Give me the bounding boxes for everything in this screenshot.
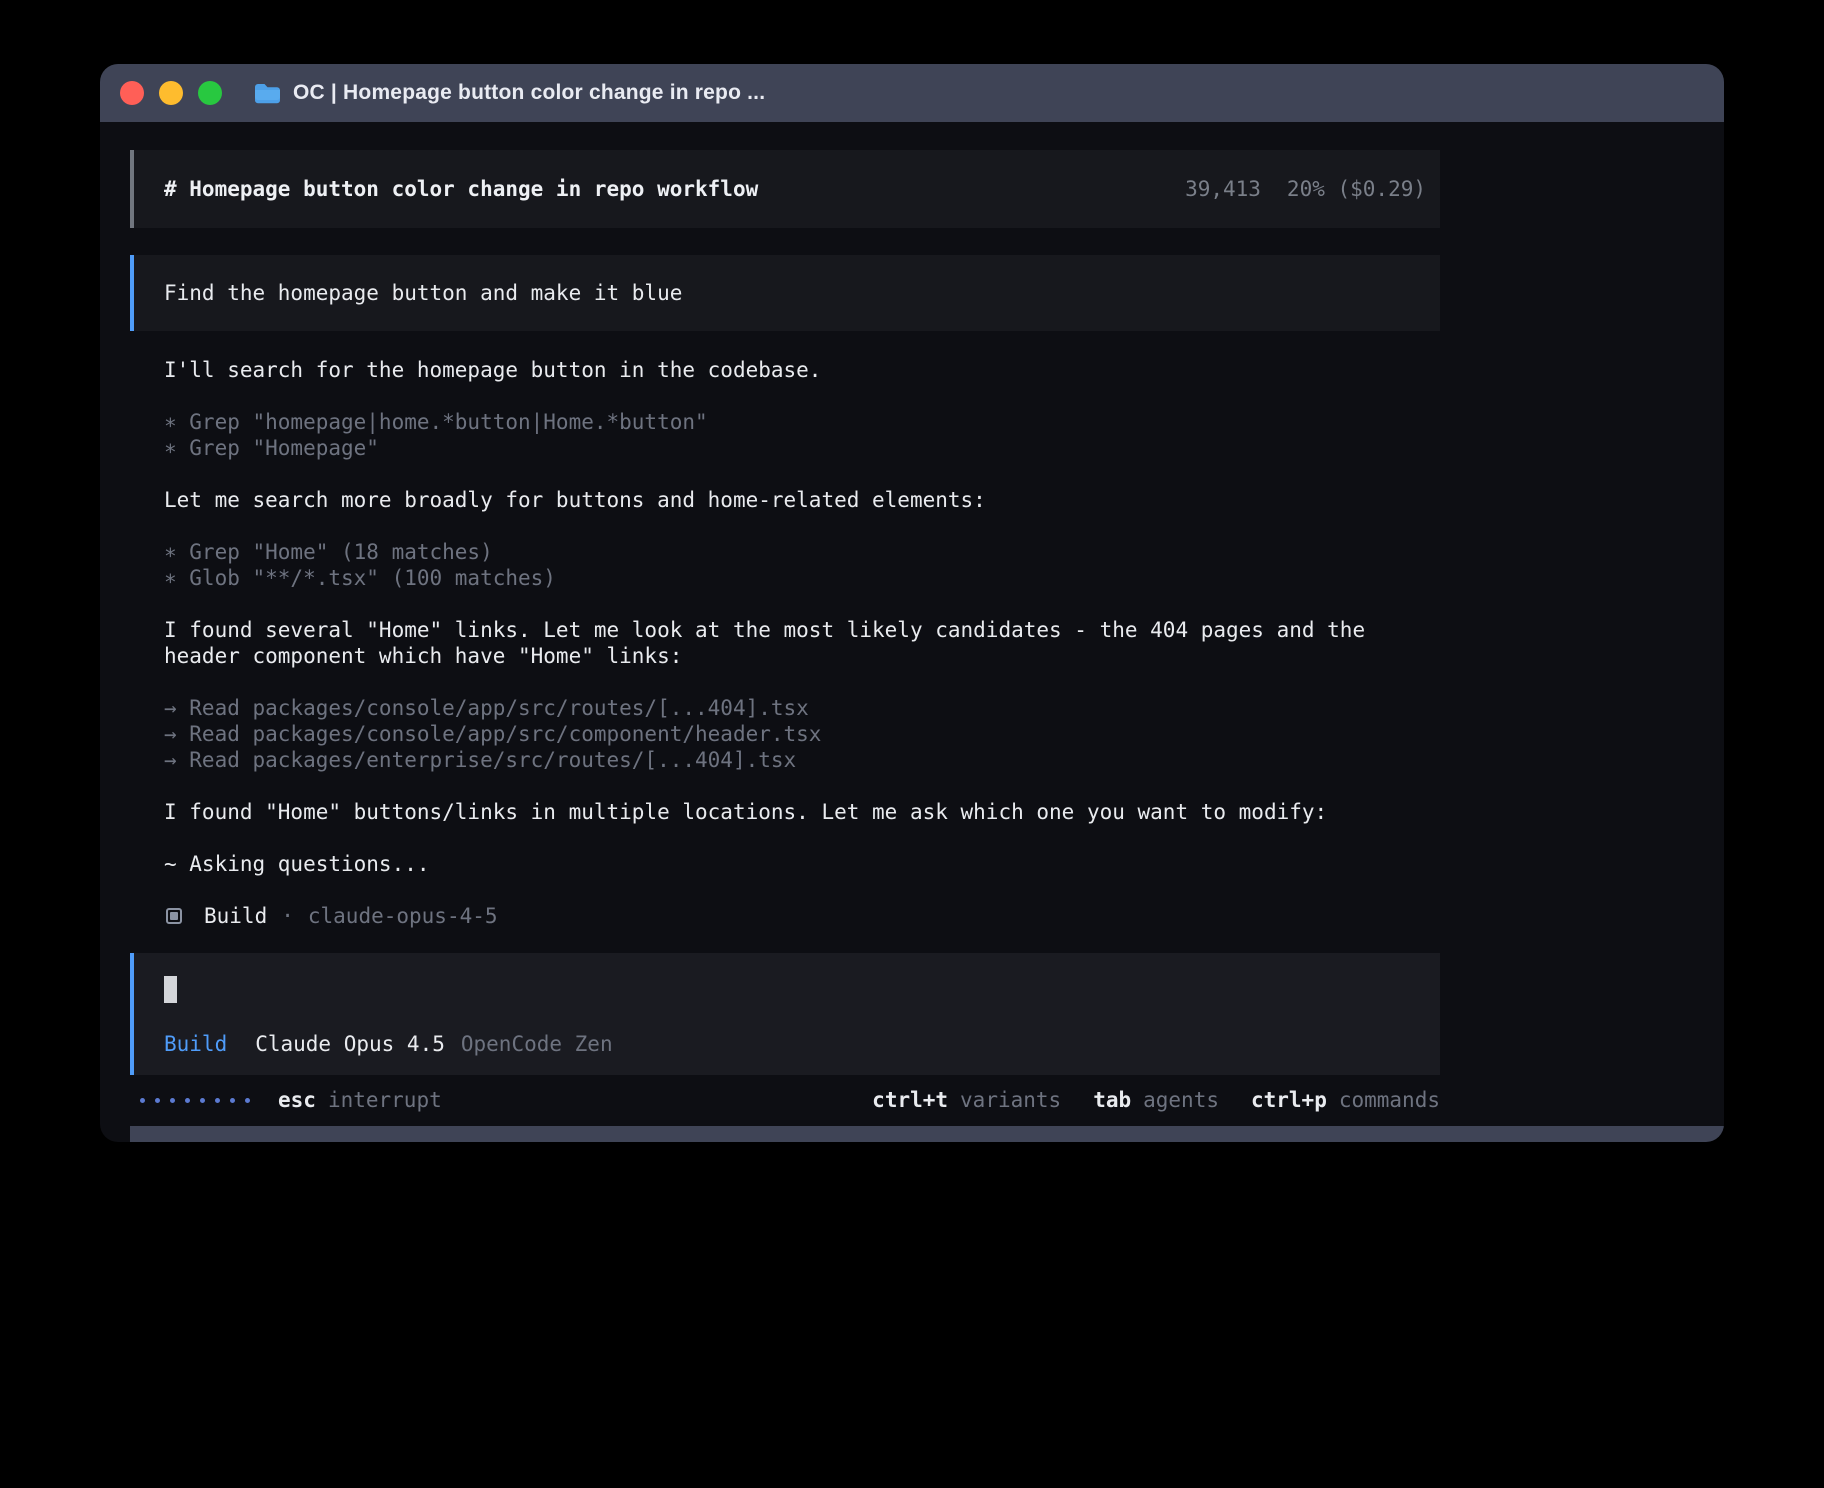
hint-key-tab: tab xyxy=(1093,1088,1131,1112)
terminal-window: OC | Homepage button color change in rep… xyxy=(100,64,1724,1142)
window-title: OC | Homepage button color change in rep… xyxy=(293,81,765,105)
hint-agents: tab agents xyxy=(1093,1087,1219,1113)
session-title: # Homepage button color change in repo w… xyxy=(164,177,758,201)
transcript-line: ∗ Grep "homepage|home.*button|Home.*butt… xyxy=(130,409,1440,435)
input-mode[interactable]: Build xyxy=(164,1031,227,1057)
spinner-dot xyxy=(185,1098,190,1103)
transcript-line: → Read packages/console/app/src/routes/[… xyxy=(130,695,1440,721)
transcript-line: → Read packages/enterprise/src/routes/[.… xyxy=(130,747,1440,773)
agent-row: Build · claude-opus-4-5 xyxy=(130,903,1440,929)
text-cursor xyxy=(164,976,177,1003)
transcript-line: → Read packages/console/app/src/componen… xyxy=(130,721,1440,747)
hint-interrupt: esc interrupt xyxy=(278,1087,442,1113)
input-model[interactable]: Claude Opus 4.5 xyxy=(255,1031,445,1057)
transcript-line: ~ Asking questions... xyxy=(130,851,1440,877)
agent-separator: · xyxy=(281,904,294,928)
hint-label-variants: variants xyxy=(960,1088,1061,1112)
window-titlebar: OC | Homepage button color change in rep… xyxy=(100,64,1724,122)
spinner-dot xyxy=(215,1098,220,1103)
terminal-content: # Homepage button color change in repo w… xyxy=(100,122,1724,1142)
spinner-dot xyxy=(230,1098,235,1103)
footer-right-hints: ctrl+t variants tab agents ctrl+p commands xyxy=(872,1087,1440,1113)
transcript-line: header component which have "Home" links… xyxy=(130,643,1440,669)
transcript-line: Let me search more broadly for buttons a… xyxy=(130,487,1440,513)
close-button[interactable] xyxy=(120,81,144,105)
folder-icon xyxy=(254,82,281,104)
build-agent-icon xyxy=(166,908,182,924)
agent-name: Build xyxy=(204,904,267,928)
spinner-dot xyxy=(170,1098,175,1103)
session-stats: 39,413 20% ($0.29) xyxy=(1185,177,1426,201)
window-bottom-strip xyxy=(130,1126,1724,1142)
session-header: # Homepage button color change in repo w… xyxy=(130,150,1440,228)
hint-label-commands: commands xyxy=(1339,1088,1440,1112)
spinner-dot xyxy=(245,1098,250,1103)
status-footer: esc interrupt ctrl+t variants tab agents ct… xyxy=(130,1087,1440,1113)
hint-label-agents: agents xyxy=(1143,1088,1219,1112)
zoom-button[interactable] xyxy=(198,81,222,105)
user-message-text: Find the homepage button and make it blu… xyxy=(164,281,682,305)
user-message: Find the homepage button and make it blu… xyxy=(130,255,1440,331)
hint-label-interrupt: interrupt xyxy=(328,1088,442,1112)
hint-commands: ctrl+p commands xyxy=(1251,1087,1440,1113)
spinner-dot xyxy=(155,1098,160,1103)
hint-variants: ctrl+t variants xyxy=(872,1087,1061,1113)
agent-model: claude-opus-4-5 xyxy=(308,904,498,928)
transcript-line: ∗ Grep "Homepage" xyxy=(130,435,1440,461)
transcript-line: I found several "Home" links. Let me loo… xyxy=(130,617,1440,643)
transcript-line: I found "Home" buttons/links in multiple… xyxy=(130,799,1440,825)
transcript: I'll search for the homepage button in t… xyxy=(130,357,1440,877)
spinner-dot xyxy=(140,1098,145,1103)
hint-key-ctrl-p: ctrl+p xyxy=(1251,1088,1327,1112)
spinner-dots xyxy=(140,1098,250,1103)
transcript-line: I'll search for the homepage button in t… xyxy=(130,357,1440,383)
minimize-button[interactable] xyxy=(159,81,183,105)
hint-key-ctrl-t: ctrl+t xyxy=(872,1088,948,1112)
token-count: 39,413 xyxy=(1185,177,1261,201)
transcript-line: ∗ Glob "**/*.tsx" (100 matches) xyxy=(130,565,1440,591)
hint-key-esc: esc xyxy=(278,1088,316,1112)
traffic-lights xyxy=(120,81,222,105)
transcript-line: ∗ Grep "Home" (18 matches) xyxy=(130,539,1440,565)
input-statusline: Build Claude Opus 4.5 OpenCode Zen xyxy=(164,1031,1410,1057)
spinner-dot xyxy=(200,1098,205,1103)
context-cost: 20% ($0.29) xyxy=(1287,177,1426,201)
input-provider: OpenCode Zen xyxy=(461,1031,613,1057)
prompt-input[interactable]: Build Claude Opus 4.5 OpenCode Zen xyxy=(130,953,1440,1075)
